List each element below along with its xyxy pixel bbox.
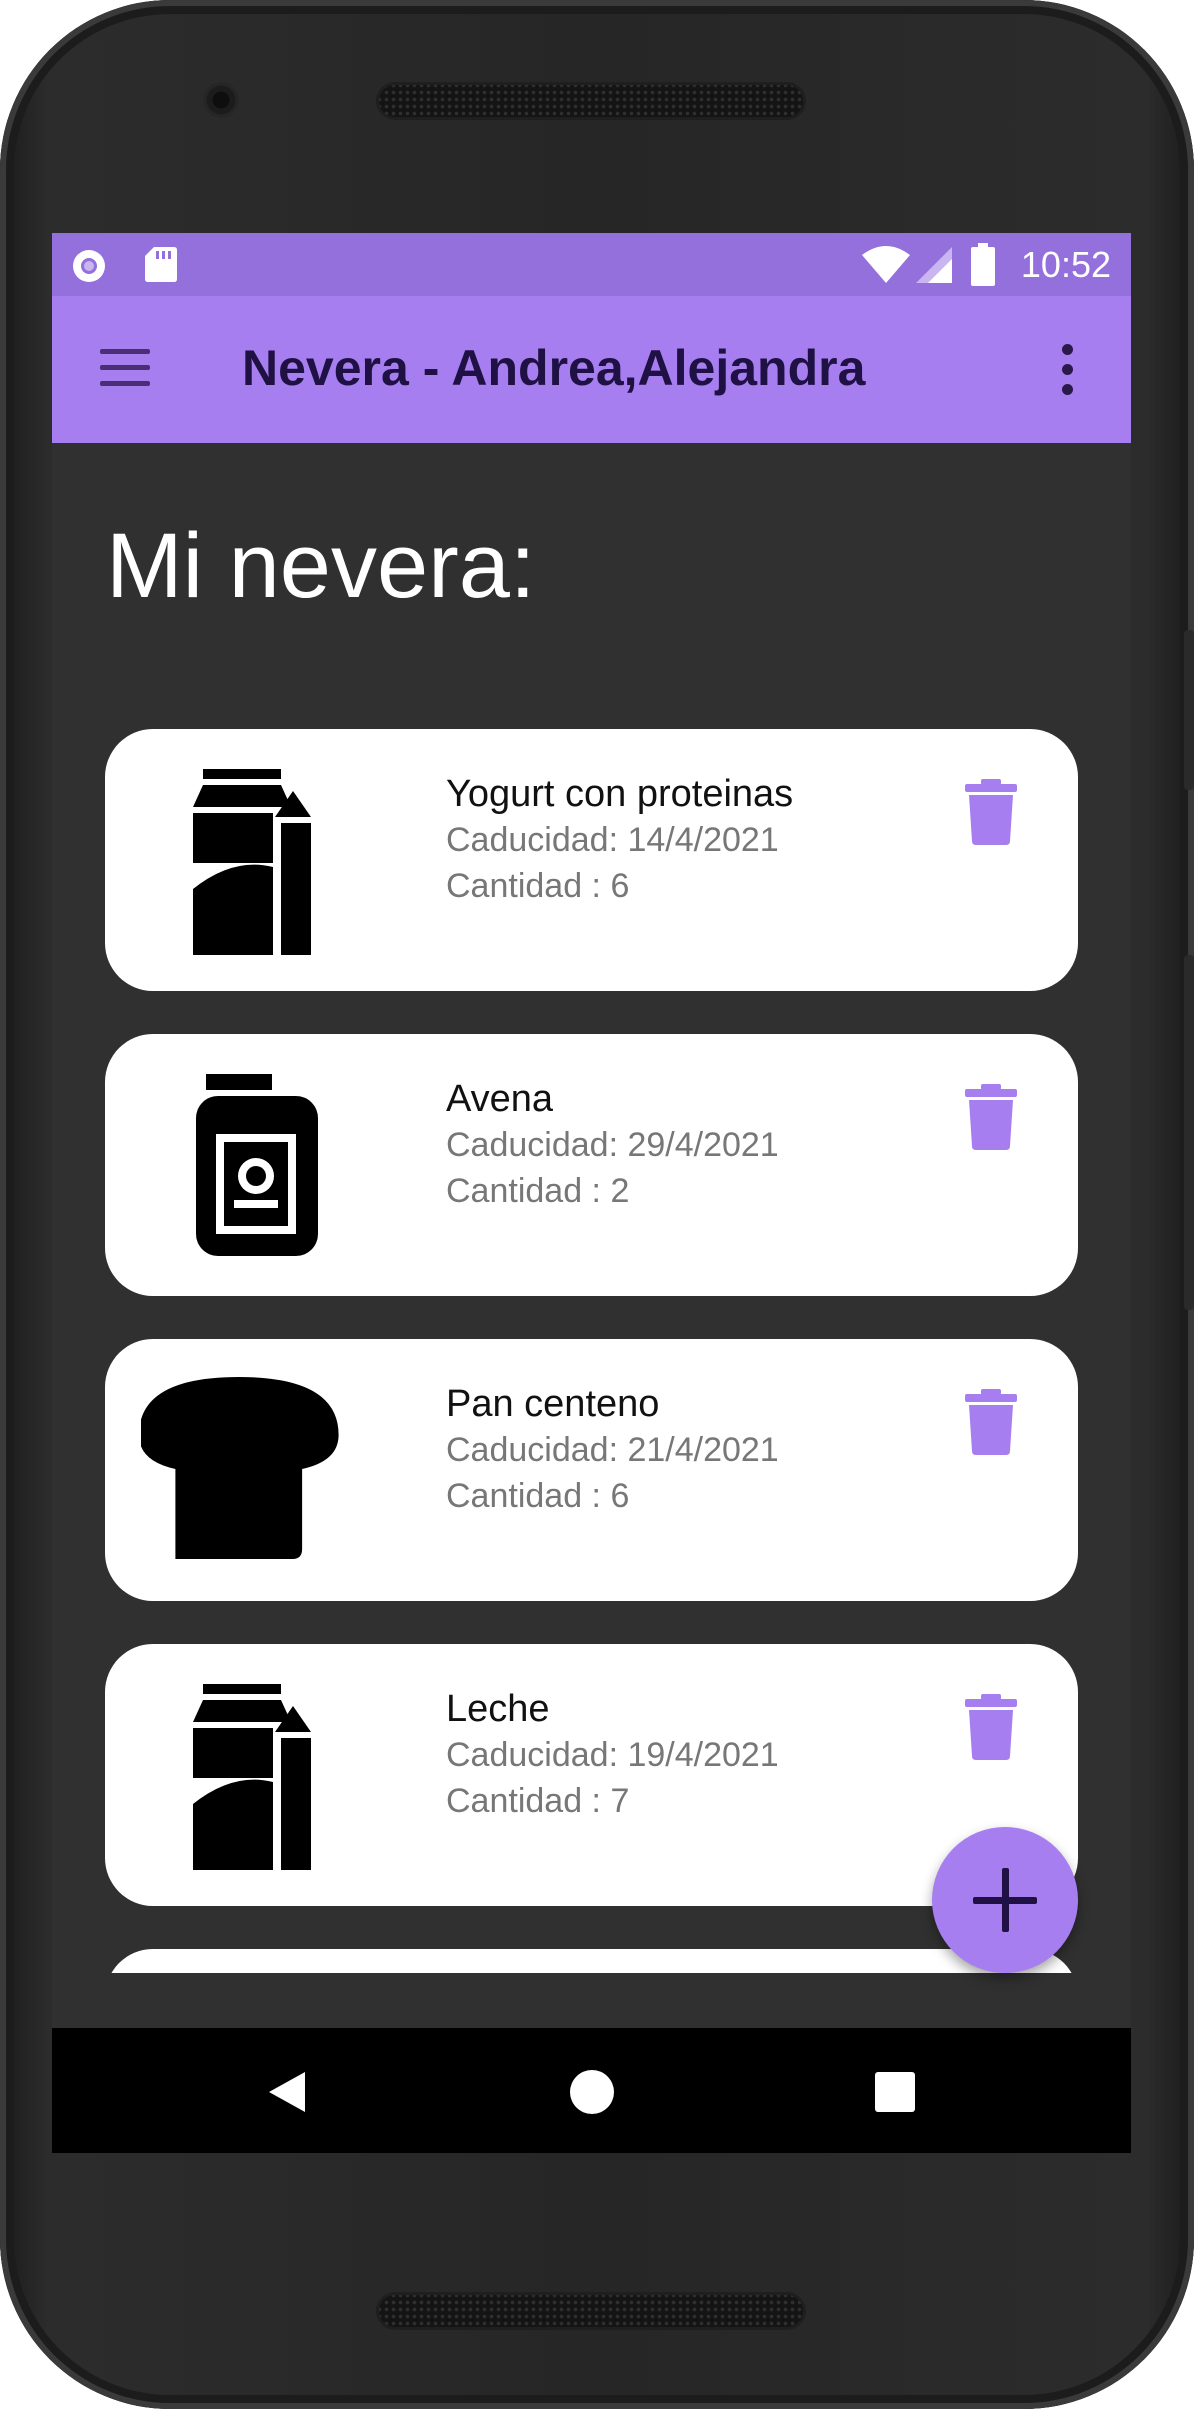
top-speaker [376, 82, 806, 120]
bread-icon [138, 1369, 341, 1569]
bottom-speaker [376, 2292, 806, 2330]
item-details: Pan centeno Caducidad: 21/4/2021 Cantida… [446, 1381, 779, 1519]
trash-icon[interactable] [965, 1389, 1017, 1455]
item-name: Leche [446, 1688, 550, 1730]
list-item[interactable]: Yogurt con proteinas Caducidad: 14/4/202… [105, 729, 1078, 991]
trash-icon[interactable] [965, 1694, 1017, 1760]
item-quantity: Cantidad : 6 [446, 867, 630, 905]
page-heading: Mi nevera: [106, 515, 536, 617]
recents-icon[interactable] [875, 2072, 915, 2117]
screen: 10:52 Nevera - Andrea,Alejandra Mi never… [52, 233, 1131, 2153]
item-expiry: Caducidad: 14/4/2021 [446, 821, 779, 859]
item-expiry: Caducidad: 21/4/2021 [446, 1431, 779, 1469]
item-details: Leche Caducidad: 19/4/2021 Cantidad : 7 [446, 1686, 779, 1824]
plus-icon [1002, 1868, 1009, 1932]
list-item[interactable]: Avena Caducidad: 29/4/2021 Cantidad : 2 [105, 1034, 1078, 1296]
home-icon[interactable] [569, 2069, 615, 2120]
item-expiry: Caducidad: 19/4/2021 [446, 1736, 779, 1774]
item-quantity: Cantidad : 2 [446, 1172, 630, 1210]
trash-icon[interactable] [965, 1084, 1017, 1150]
item-name: Yogurt con proteinas [446, 773, 794, 815]
wifi-icon [860, 245, 912, 290]
signal-icon [914, 245, 954, 290]
list-item[interactable]: Pan centeno Caducidad: 21/4/2021 Cantida… [105, 1339, 1078, 1601]
item-quantity: Cantidad : 6 [446, 1477, 630, 1515]
list-item[interactable]: Leche Caducidad: 19/4/2021 Cantidad : 7 [105, 1644, 1078, 1906]
hamburger-menu-icon[interactable] [100, 347, 152, 389]
clock: 10:52 [1020, 244, 1111, 285]
trash-icon[interactable] [965, 779, 1017, 845]
back-icon[interactable] [267, 2070, 307, 2119]
item-details: Avena Caducidad: 29/4/2021 Cantidad : 2 [446, 1076, 779, 1214]
item-quantity: Cantidad : 7 [446, 1782, 630, 1820]
add-item-button[interactable] [932, 1827, 1078, 1973]
battery-icon [970, 243, 996, 292]
notification-circle-icon [70, 247, 108, 290]
app-bar: Nevera - Andrea,Alejandra [52, 296, 1131, 443]
navigation-bar [52, 2028, 1131, 2153]
item-expiry: Caducidad: 29/4/2021 [446, 1126, 779, 1164]
phone-frame: 10:52 Nevera - Andrea,Alejandra Mi never… [0, 0, 1194, 2409]
more-vert-icon[interactable] [1054, 344, 1082, 396]
milk-carton-icon [141, 1674, 341, 1874]
status-bar: 10:52 [52, 233, 1131, 296]
milk-carton-icon [141, 759, 341, 959]
item-name: Avena [446, 1078, 554, 1120]
front-camera [203, 82, 239, 118]
item-name: Pan centeno [446, 1383, 660, 1425]
jar-icon [141, 1064, 341, 1264]
item-details: Yogurt con proteinas Caducidad: 14/4/202… [446, 771, 793, 909]
volume-button [1184, 955, 1194, 1310]
app-title: Nevera - Andrea,Alejandra [242, 340, 866, 396]
sd-card-icon [144, 245, 178, 288]
power-button [1184, 630, 1194, 790]
